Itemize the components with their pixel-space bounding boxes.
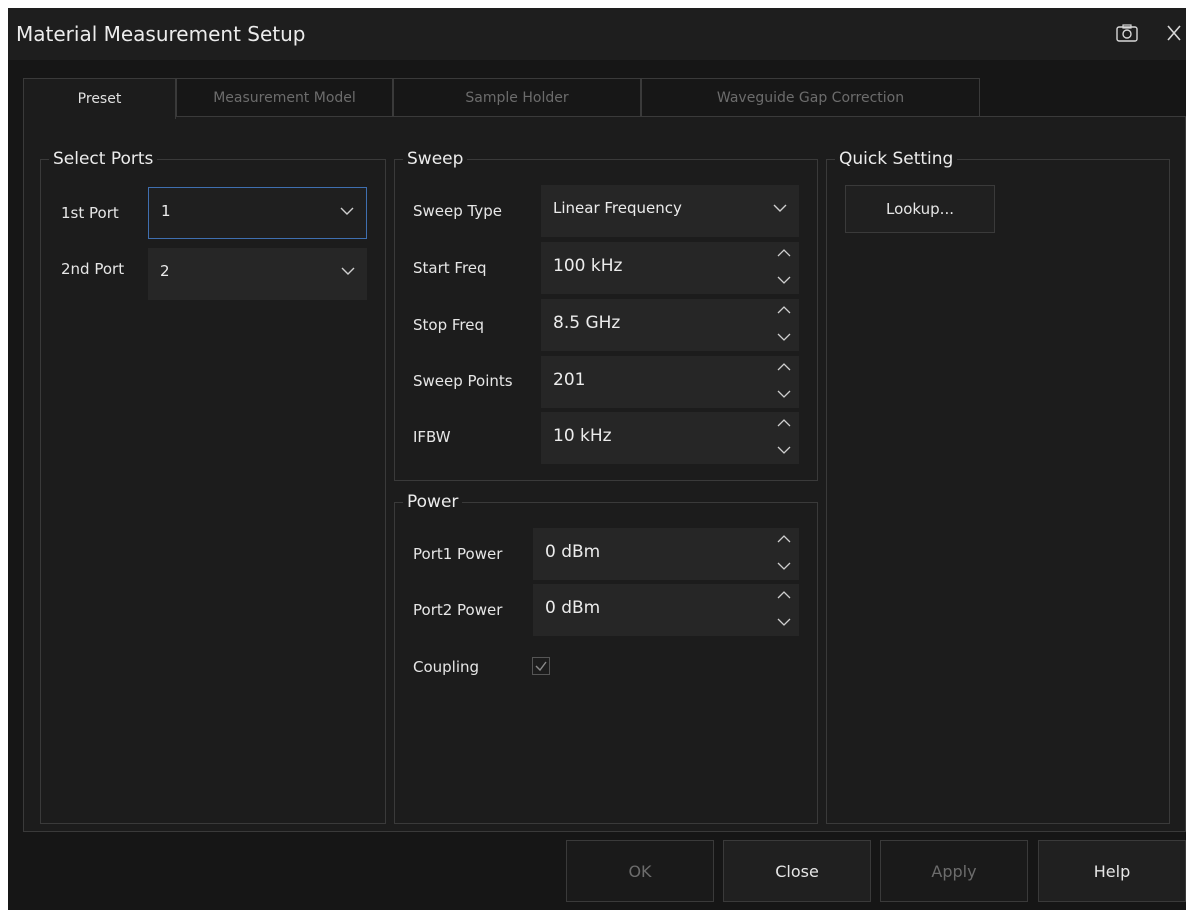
first-port-label: 1st Port <box>61 204 119 222</box>
chevron-up-icon[interactable] <box>777 305 791 315</box>
sweep-legend: Sweep <box>403 148 468 170</box>
sweep-type-value: Linear Frequency <box>553 199 682 217</box>
power-legend: Power <box>403 491 463 513</box>
port2-power-spinbox[interactable]: 0 dBm <box>533 584 799 636</box>
quick-setting-legend: Quick Setting <box>835 148 958 170</box>
chevron-down-icon[interactable] <box>777 561 791 571</box>
coupling-checkbox[interactable] <box>532 657 550 675</box>
tab-measurement-model[interactable]: Measurement Model <box>176 78 393 116</box>
chevron-down-icon[interactable] <box>777 389 791 399</box>
ok-button[interactable]: OK <box>566 840 714 902</box>
quick-setting-group: Quick Setting Lookup... <box>826 148 1170 824</box>
chevron-down-icon[interactable] <box>777 332 791 342</box>
chevron-down-icon <box>340 207 354 215</box>
stop-freq-value: 8.5 GHz <box>553 313 621 333</box>
port1-power-spinbox[interactable]: 0 dBm <box>533 528 799 580</box>
sweep-points-value: 201 <box>553 370 586 390</box>
coupling-label: Coupling <box>413 658 480 676</box>
chevron-up-icon[interactable] <box>777 590 791 600</box>
first-port-value: 1 <box>161 202 171 220</box>
chevron-down-icon[interactable] <box>777 617 791 627</box>
chevron-down-icon <box>773 204 787 212</box>
start-freq-value: 100 kHz <box>553 256 623 276</box>
sweep-points-label: Sweep Points <box>413 372 513 390</box>
close-icon[interactable] <box>1166 24 1182 42</box>
port1-power-value: 0 dBm <box>545 542 601 562</box>
lookup-button[interactable]: Lookup... <box>845 185 995 233</box>
stop-freq-spinbox[interactable]: 8.5 GHz <box>541 299 799 351</box>
chevron-up-icon[interactable] <box>777 248 791 258</box>
chevron-down-icon[interactable] <box>777 275 791 285</box>
ifbw-label: IFBW <box>413 428 451 446</box>
sweep-group: Sweep Sweep Type Linear Frequency Start … <box>394 148 818 481</box>
help-button[interactable]: Help <box>1038 840 1186 902</box>
apply-button[interactable]: Apply <box>880 840 1028 902</box>
second-port-value: 2 <box>160 262 170 280</box>
start-freq-spinbox[interactable]: 100 kHz <box>541 242 799 294</box>
preset-tab-panel: Select Ports 1st Port 1 2nd Port 2 Sweep… <box>23 116 1186 832</box>
power-group: Power Port1 Power 0 dBm Port2 Power 0 dB… <box>394 491 818 824</box>
camera-icon[interactable] <box>1116 24 1138 42</box>
sweep-type-label: Sweep Type <box>413 202 502 220</box>
check-icon <box>535 661 547 672</box>
material-measurement-setup-dialog: Material Measurement Setup Preset Measur… <box>8 8 1186 910</box>
sweep-points-spinbox[interactable]: 201 <box>541 356 799 408</box>
chevron-down-icon <box>341 267 355 275</box>
port2-power-label: Port2 Power <box>413 601 503 619</box>
chevron-up-icon[interactable] <box>777 362 791 372</box>
chevron-down-icon[interactable] <box>777 445 791 455</box>
tab-preset[interactable]: Preset <box>23 78 176 119</box>
ifbw-spinbox[interactable]: 10 kHz <box>541 412 799 464</box>
title-bar: Material Measurement Setup <box>8 8 1186 60</box>
port1-power-label: Port1 Power <box>413 545 503 563</box>
close-button[interactable]: Close <box>723 840 871 902</box>
select-ports-legend: Select Ports <box>49 148 158 170</box>
tab-sample-holder[interactable]: Sample Holder <box>393 78 641 116</box>
start-freq-label: Start Freq <box>413 259 487 277</box>
second-port-select[interactable]: 2 <box>148 248 367 300</box>
dialog-title: Material Measurement Setup <box>16 22 306 46</box>
chevron-up-icon[interactable] <box>777 418 791 428</box>
select-ports-group: Select Ports 1st Port 1 2nd Port 2 <box>40 148 386 824</box>
ifbw-value: 10 kHz <box>553 426 612 446</box>
port2-power-value: 0 dBm <box>545 598 601 618</box>
sweep-type-select[interactable]: Linear Frequency <box>541 185 799 237</box>
second-port-label: 2nd Port <box>61 260 125 278</box>
stop-freq-label: Stop Freq <box>413 316 484 334</box>
chevron-up-icon[interactable] <box>777 534 791 544</box>
first-port-select[interactable]: 1 <box>148 187 367 239</box>
tab-waveguide-gap-correction[interactable]: Waveguide Gap Correction <box>641 78 980 116</box>
